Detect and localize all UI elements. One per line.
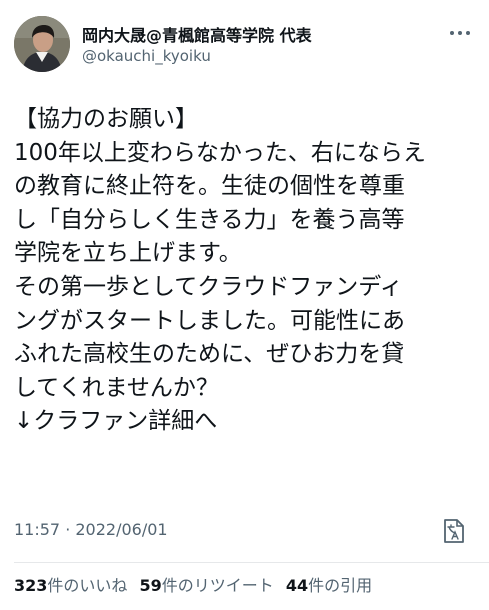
tweet-body-line: その第一歩としてクラウドファンディ — [14, 273, 403, 300]
author-name[interactable]: 岡内大晟@青楓館高等学院 代表 — [82, 22, 312, 46]
tweet-header: 岡内大晟@青楓館高等学院 代表 @okauchi_kyoiku — [14, 16, 475, 74]
divider — [14, 562, 489, 563]
likes-stat[interactable]: 323件のいいね — [14, 576, 127, 595]
more-options-icon[interactable] — [447, 24, 473, 42]
likes-count: 323 — [14, 576, 48, 595]
avatar[interactable] — [14, 16, 70, 72]
tweet-body-line: ふれた高校生のために、ぜひお力を貸 — [14, 341, 405, 368]
tweet-body: 【協力のお願い】 100年以上変わらなかった、右にならえ の教育に終止符を。生徒… — [14, 103, 480, 439]
author-handle[interactable]: @okauchi_kyoiku — [82, 47, 211, 65]
tweet-body-line: の教育に終止符を。生徒の個性を尊重 — [14, 173, 405, 200]
tweet-body-line: 学院を立ち上げます。 — [14, 240, 242, 267]
quotes-stat[interactable]: 44件の引用 — [286, 576, 372, 595]
avatar-photo — [14, 16, 70, 72]
retweets-count: 59 — [139, 576, 162, 595]
translate-icon[interactable] — [443, 518, 465, 544]
retweets-label: 件のリツイート — [161, 576, 274, 595]
retweets-stat[interactable]: 59件のリツイート — [140, 576, 274, 595]
likes-label: 件のいいね — [47, 576, 128, 595]
tweet-body-line: ングがスタートしました。可能性にあ — [14, 307, 405, 334]
quotes-count: 44 — [285, 576, 309, 595]
quotes-label: 件の引用 — [308, 576, 373, 595]
tweet-body-line: してくれませんか？ — [14, 374, 219, 401]
tweet-body-line: 【協力のお願い】 — [14, 106, 198, 132]
tweet-body-line: 100年以上変わらなかった、右にならえ — [14, 139, 426, 166]
tweet-body-line: ↓クラファン詳細へ — [14, 408, 218, 435]
tweet-stats: 323件のいいね 59件のリツイート 44件の引用 — [14, 572, 379, 596]
tweet-body-line: し「自分らしく生きる力」を養う高等 — [14, 206, 405, 233]
tweet-timestamp[interactable]: 11:57 · 2022/06/01 — [14, 520, 168, 539]
